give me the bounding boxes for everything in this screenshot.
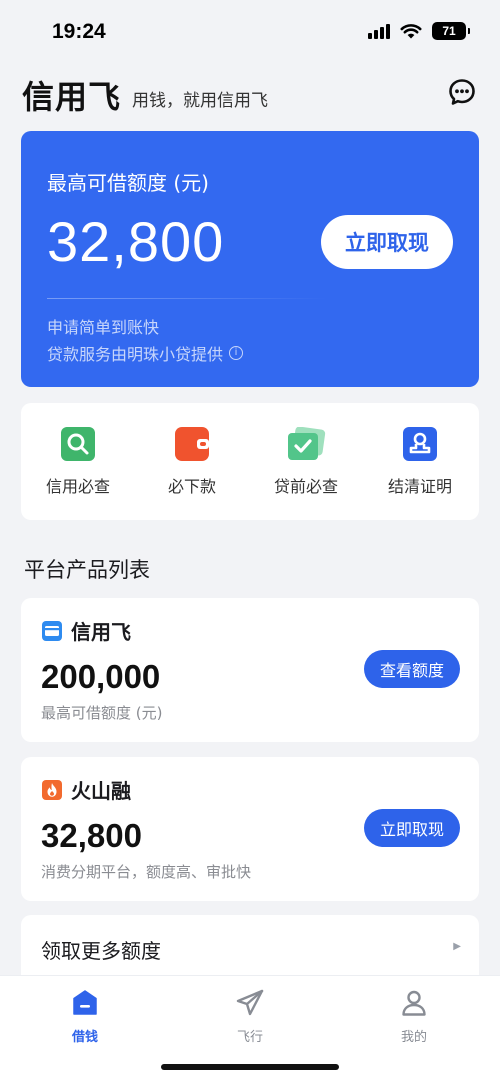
- chevron-right-icon: ▶: [453, 941, 461, 952]
- get-more-quota-row[interactable]: 领取更多额度 ▶: [21, 915, 479, 979]
- withdraw-now-button[interactable]: 立即取现: [364, 809, 460, 847]
- card-icon: [42, 620, 62, 641]
- withdraw-now-button[interactable]: 立即取现: [321, 215, 453, 269]
- wallet-icon: [175, 427, 209, 461]
- product-name: 信用飞: [71, 620, 131, 644]
- hero-provider: 贷款服务由明珠小贷提供 i: [47, 341, 244, 365]
- paper-plane-icon: [236, 989, 264, 1016]
- hero-provider-text: 贷款服务由明珠小贷提供: [47, 345, 224, 364]
- status-bar: 19:24 71: [0, 0, 500, 66]
- product-head: 信用飞: [41, 616, 131, 645]
- tool-must-lend[interactable]: 必下款: [135, 427, 249, 497]
- stamp-icon: [403, 427, 437, 461]
- product-card[interactable]: 火山融 32,800 消费分期平台，额度高、审批快 立即取现: [21, 757, 479, 901]
- tool-label: 贷前必查: [273, 477, 338, 496]
- product-card[interactable]: 信用飞 200,000 最高可借额度 (元) 查看额度: [21, 598, 479, 742]
- fire-icon: [42, 779, 62, 800]
- info-icon[interactable]: i: [229, 346, 244, 360]
- hero-divider: [47, 298, 327, 299]
- nav-fly[interactable]: 飞行: [200, 988, 300, 1045]
- product-amount: 200,000: [41, 658, 161, 695]
- section-title: 平台产品列表: [24, 558, 150, 582]
- product-desc: 最高可借额度 (元): [41, 704, 163, 722]
- status-time: 19:24: [52, 20, 106, 43]
- hero-tagline: 申请简单到账快: [47, 318, 160, 337]
- chat-bubble-icon[interactable]: [448, 78, 476, 106]
- status-icons: 71: [368, 22, 470, 40]
- product-desc: 消费分期平台，额度高、审批快: [41, 863, 252, 881]
- home-icon: [73, 990, 97, 1015]
- home-indicator: [161, 1064, 339, 1070]
- product-amount: 32,800: [41, 817, 142, 854]
- tool-label: 结清证明: [387, 477, 452, 496]
- battery-icon: 71: [432, 22, 470, 40]
- battery-level: 71: [442, 24, 456, 38]
- check-card-icon: [286, 426, 326, 461]
- tool-label: 信用必查: [45, 477, 110, 496]
- product-name: 火山融: [71, 779, 131, 803]
- product-head: 火山融: [41, 775, 131, 804]
- hero-label: 最高可借额度 (元): [47, 171, 209, 195]
- app-slogan: 用钱，就用信用飞: [132, 91, 268, 111]
- tool-label: 必下款: [167, 477, 216, 496]
- view-quota-button[interactable]: 查看额度: [364, 650, 460, 688]
- hero-card: 最高可借额度 (元) 32,800 立即取现 申请简单到账快 贷款服务由明珠小贷…: [21, 131, 479, 387]
- nav-label: 借钱: [71, 1030, 98, 1045]
- app-header: 信用飞 用钱，就用信用飞: [22, 72, 478, 116]
- nav-borrow[interactable]: 借钱: [35, 988, 135, 1045]
- tool-pre-loan-check[interactable]: 贷前必查: [249, 426, 363, 497]
- user-icon: [402, 990, 426, 1016]
- hero-amount: 32,800: [47, 210, 225, 273]
- nav-label: 我的: [400, 1030, 427, 1045]
- nav-mine[interactable]: 我的: [364, 988, 464, 1045]
- cellular-signal-icon: [368, 23, 390, 39]
- quick-tools: 信用必查 必下款 贷前必查 结清证明: [21, 403, 479, 520]
- search-doc-icon: [61, 427, 95, 461]
- tool-credit-check[interactable]: 信用必查: [21, 427, 135, 497]
- app-logo: 信用飞: [22, 78, 122, 116]
- tool-settlement-proof[interactable]: 结清证明: [363, 427, 477, 497]
- wifi-icon: [400, 24, 422, 39]
- nav-label: 飞行: [236, 1030, 263, 1045]
- more-label: 领取更多额度: [41, 939, 161, 963]
